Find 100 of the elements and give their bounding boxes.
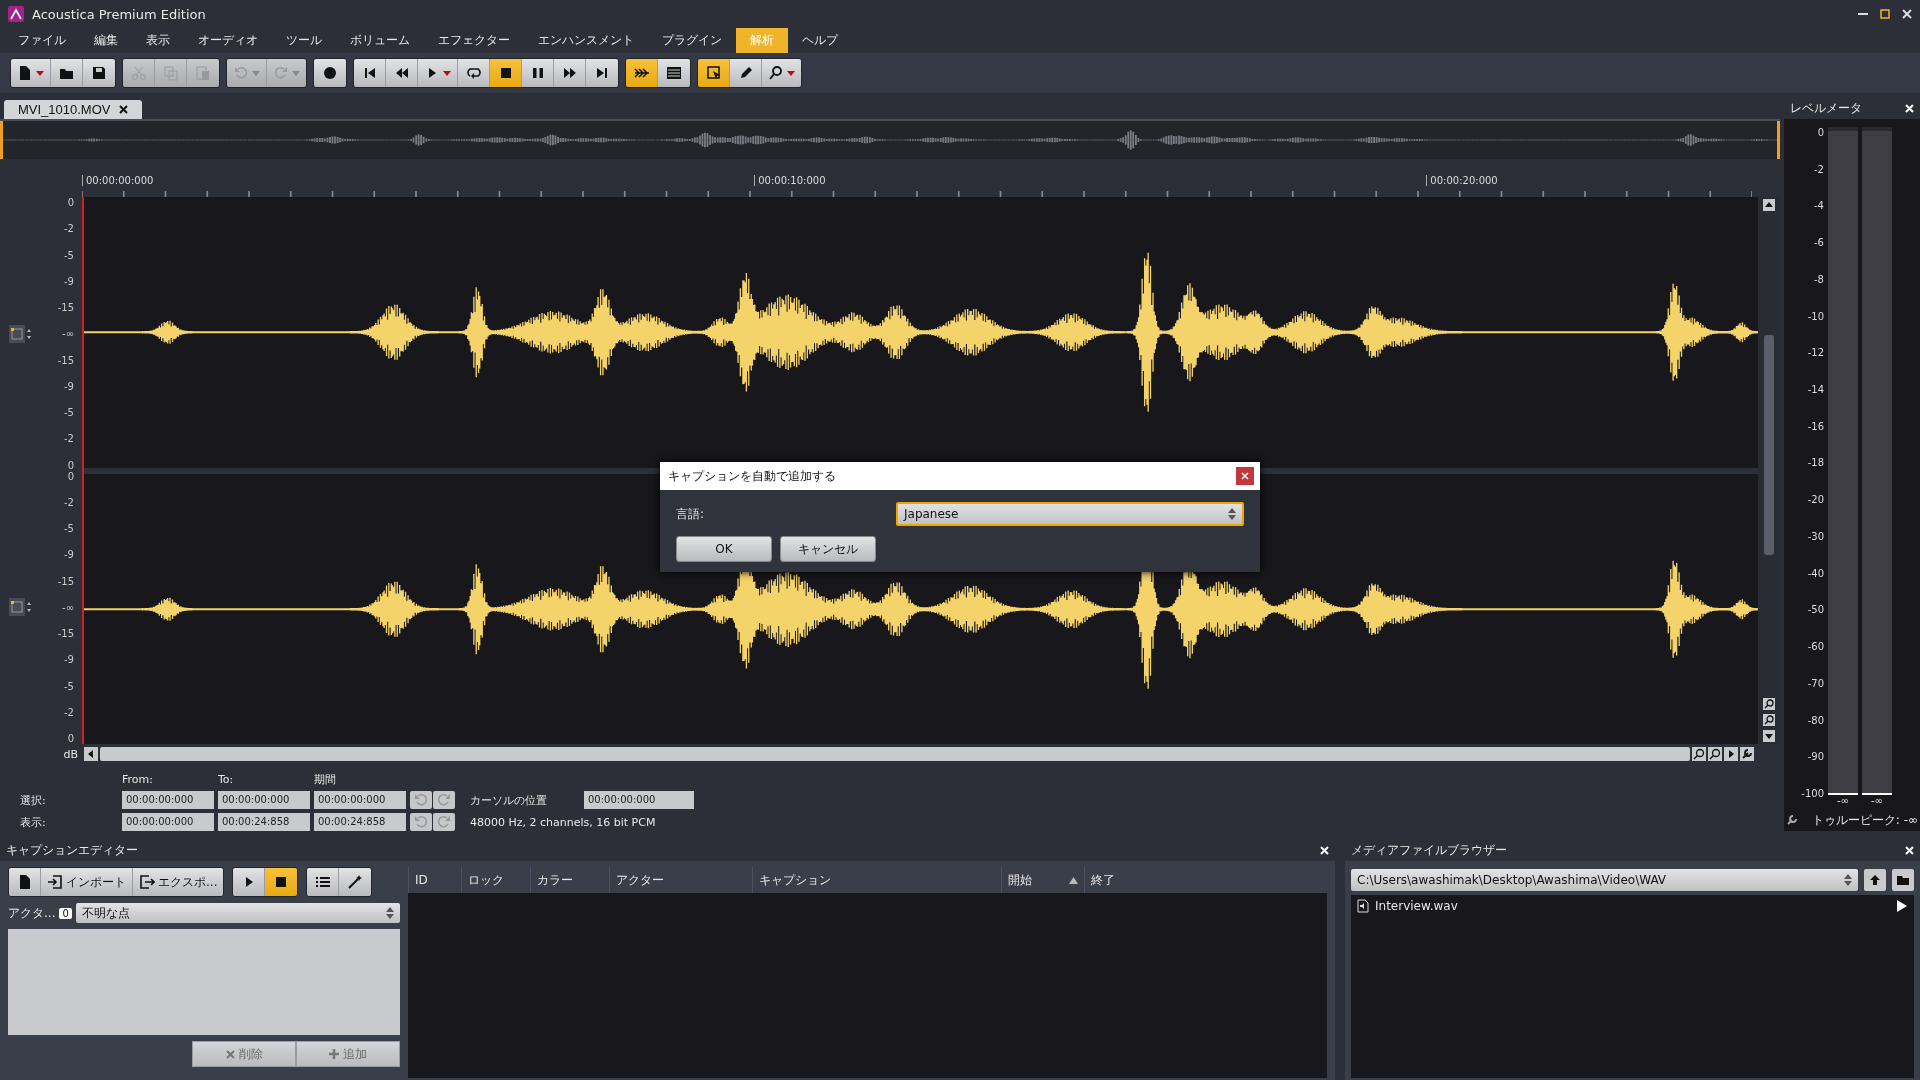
time-field[interactable]: 00:00:00:000 <box>314 791 406 809</box>
db-scale-label: -5 <box>64 523 74 534</box>
save-icon <box>91 65 107 81</box>
overview-waveform[interactable] <box>0 121 1780 159</box>
rewind-button[interactable] <box>386 59 418 87</box>
envelope-icon[interactable] <box>9 598 31 617</box>
scroll-left-icon[interactable] <box>84 747 98 761</box>
folder-path-dropdown[interactable]: C:\Users\awashimak\Desktop\Awashima\Video\WAV <box>1351 869 1858 891</box>
db-scale-label: 0 <box>67 733 74 744</box>
loop-button[interactable] <box>458 59 490 87</box>
menu-item[interactable]: ボリューム <box>336 28 424 53</box>
undo-icon <box>233 65 249 81</box>
cancel-button[interactable]: キャンセル <box>780 536 876 562</box>
up-folder-button[interactable] <box>1864 869 1886 891</box>
menu-item[interactable]: ファイル <box>4 28 80 53</box>
actor-index-badge: 0 <box>59 907 72 919</box>
menu-item[interactable]: 表示 <box>132 28 184 53</box>
language-dropdown[interactable]: Japanese <box>896 502 1244 526</box>
save-button[interactable] <box>83 59 115 87</box>
menu-item[interactable]: 編集 <box>80 28 132 53</box>
close-icon <box>225 1049 235 1059</box>
scroll-up-icon[interactable] <box>1763 199 1775 211</box>
import-button[interactable]: インポート <box>41 868 133 896</box>
time-field[interactable]: 00:00:24:858 <box>218 813 310 831</box>
meter-scale-label: -14 <box>1807 384 1824 396</box>
pencil-button[interactable] <box>730 59 762 87</box>
list-icon <box>314 874 331 890</box>
scroll-thumb[interactable] <box>1764 335 1774 555</box>
actor-dropdown[interactable]: 不明な点 <box>75 903 400 923</box>
redo-icon <box>273 65 289 81</box>
wand-button[interactable] <box>339 868 372 896</box>
db-scale-label: -15 <box>57 575 74 587</box>
end-button[interactable] <box>586 59 618 87</box>
meter-scale-label: -18 <box>1807 457 1824 469</box>
close-icon[interactable] <box>118 105 128 114</box>
pause-button[interactable] <box>522 59 554 87</box>
start-button[interactable] <box>354 59 386 87</box>
scroll-down-icon[interactable] <box>1763 730 1775 742</box>
time-field[interactable]: 00:00:24:858 <box>314 813 406 831</box>
menu-item[interactable]: エンハンスメント <box>524 28 648 53</box>
maximize-icon[interactable] <box>1880 9 1890 19</box>
wrench-icon[interactable] <box>1740 747 1754 761</box>
wrench-icon[interactable] <box>1786 814 1798 826</box>
meter-scale-label: -20 <box>1807 494 1824 506</box>
db-scale-label: 0 <box>67 197 74 208</box>
record-button[interactable] <box>314 59 346 87</box>
play-icon[interactable] <box>1896 899 1908 913</box>
db-scale-label: -2 <box>64 496 74 508</box>
list-button[interactable] <box>307 868 340 896</box>
follow-button[interactable] <box>626 59 658 87</box>
actor-label: アクタ... <box>8 904 56 922</box>
time-field[interactable]: 00:00:00:000 <box>122 791 214 809</box>
new-button[interactable] <box>9 868 41 896</box>
folder-button[interactable] <box>1892 869 1914 891</box>
meter-scale-label: -10 <box>1807 310 1824 322</box>
menu-item[interactable]: ヘルプ <box>788 28 852 53</box>
file-item[interactable]: Interview.wav <box>1357 899 1458 913</box>
new-icon <box>17 65 33 81</box>
spectrum-button[interactable] <box>658 59 690 87</box>
file-tab[interactable]: MVI_1010.MOV <box>4 100 142 119</box>
zoom-out-icon[interactable] <box>1708 747 1722 761</box>
close-icon <box>1241 471 1249 480</box>
db-scale-label: -5 <box>64 680 74 692</box>
zoom-out-icon[interactable] <box>1763 714 1775 726</box>
cursor-position-field[interactable]: 00:00:00:000 <box>584 791 694 809</box>
spinner-arrows-icon <box>1228 508 1236 520</box>
meter-scale-label: -6 <box>1814 237 1824 249</box>
select-button[interactable] <box>698 59 730 87</box>
spinner-arrows-icon <box>386 907 394 919</box>
copy-icon <box>162 65 179 81</box>
stop-button[interactable] <box>265 868 298 896</box>
new-button[interactable] <box>11 59 51 87</box>
meter-reading: -∞ <box>1871 795 1883 808</box>
scroll-right-icon[interactable] <box>1724 747 1738 761</box>
spectrum-icon <box>666 65 682 81</box>
ok-button[interactable]: OK <box>676 536 772 562</box>
time-field[interactable]: 00:00:00:000 <box>122 813 214 831</box>
menu-item[interactable]: エフェクター <box>424 28 524 53</box>
menu-item[interactable]: ツール <box>272 28 336 53</box>
time-field[interactable]: 00:00:00:000 <box>218 791 310 809</box>
true-peak-text: トゥルーピーク: -∞ <box>1811 811 1918 829</box>
zoom-in-icon[interactable] <box>1763 698 1775 710</box>
row-label: 表示: <box>20 814 47 830</box>
menu-item[interactable]: プラグイン <box>648 28 736 53</box>
export-button[interactable]: エクスポ... <box>133 868 224 896</box>
open-button[interactable] <box>51 59 83 87</box>
window-title: Acoustica Premium Edition <box>32 6 207 22</box>
audio-file-icon <box>1357 899 1369 913</box>
forward-button[interactable] <box>554 59 586 87</box>
play-button[interactable] <box>233 868 266 896</box>
stop-button[interactable] <box>490 59 522 87</box>
envelope-icon[interactable] <box>9 324 31 343</box>
menu-item[interactable]: オーディオ <box>184 28 272 53</box>
db-scale-label: -9 <box>64 654 74 666</box>
horizontal-scrollbar[interactable] <box>100 747 1690 761</box>
meter-reading: -∞ <box>1837 795 1849 808</box>
close-button[interactable] <box>1236 467 1254 485</box>
zoom-in-icon[interactable] <box>1692 747 1706 761</box>
play-button[interactable] <box>418 59 458 87</box>
zoom-button[interactable] <box>762 59 801 87</box>
